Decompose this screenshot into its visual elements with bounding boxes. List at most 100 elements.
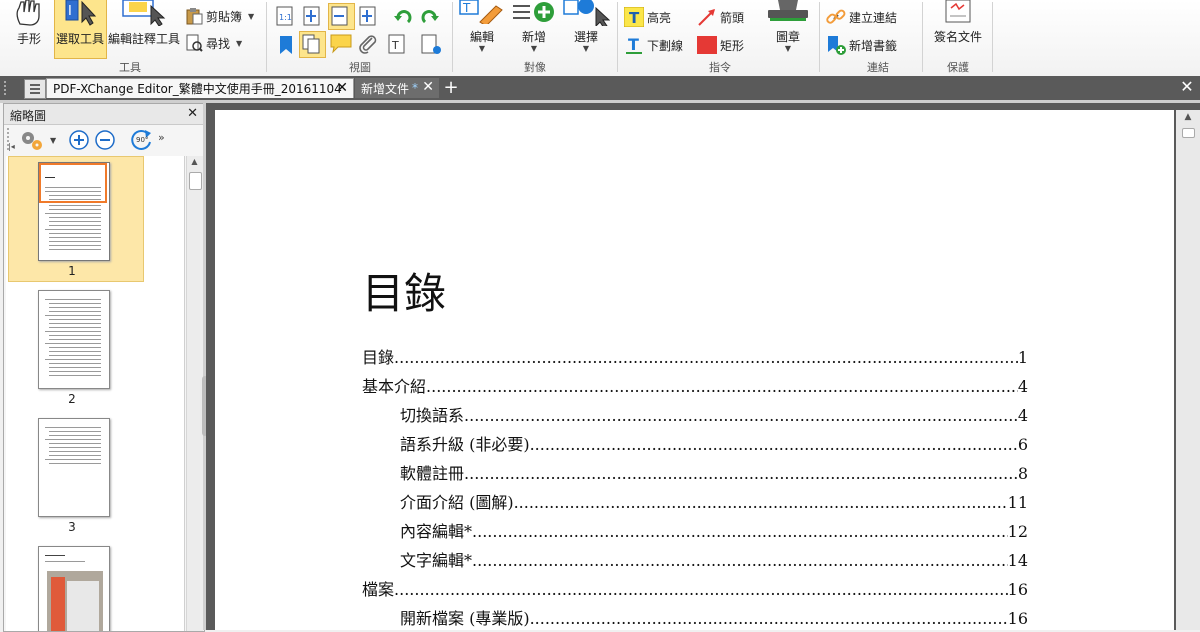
dialog-preview [67,581,99,631]
add-objects-label: 新增 [521,30,546,44]
thumbnail-page-2[interactable] [38,290,110,389]
tab-new-document[interactable]: 新增文件 * ✕ [355,78,439,98]
svg-text:T: T [629,9,640,27]
close-tab-icon[interactable]: ✕ [336,80,348,96]
toc-entry[interactable]: 目錄 1 [362,344,1028,368]
document-scrollbar[interactable]: ▲ [1176,110,1200,630]
document-settings-icon[interactable] [421,34,443,56]
fit-page-icon[interactable] [303,6,321,26]
toc-entry-page: 14 [1007,551,1028,570]
group-separator [266,2,267,72]
grip-handle[interactable] [4,81,16,95]
create-link-button[interactable]: 建立連結 [826,7,897,27]
scroll-thumb[interactable] [189,172,202,190]
rotate-left-icon[interactable] [393,7,413,27]
arrow-button[interactable]: 箭頭 [697,7,744,27]
link-icon [826,9,846,24]
fit-visible-icon[interactable] [359,6,377,26]
actual-size-icon[interactable]: 1:1 [276,6,294,26]
options-dropdown-icon[interactable]: ▼ [50,136,56,145]
underline-label: 下劃線 [647,38,684,53]
first-page-icon[interactable]: |◂ [8,142,15,151]
toc-entry[interactable]: 基本介紹 4 [362,373,1028,397]
toc-entry[interactable]: 介面介紹 (圖解) 11 [400,489,1028,513]
toc-entry-page: 6 [1017,435,1028,454]
underline-button[interactable]: T 下劃線 [624,35,683,55]
add-content-icon [513,2,554,22]
scroll-up-icon[interactable]: ▲ [188,157,201,170]
toc-entry[interactable]: 內容編輯* 12 [400,518,1028,542]
bookmark-icon[interactable] [278,35,294,55]
toc-entry[interactable]: 切換語系 4 [400,402,1028,426]
thumbnail-options-gear-icon[interactable] [18,128,48,152]
stamp-button[interactable]: 圖章 ▼ [762,0,814,58]
select-objects-button[interactable]: 選擇 ▼ [560,0,612,58]
modified-indicator: * [412,81,419,95]
scroll-thumb[interactable] [1182,128,1195,138]
toc-entry-text: 切換語系 [400,406,465,425]
sign-document-icon [945,0,971,23]
thumbnails-scrollbar[interactable]: ▲ [186,156,203,631]
thumbnail-page-3[interactable] [38,418,110,517]
zoom-out-icon[interactable] [94,129,116,151]
toc-entry[interactable]: 檔案 16 [362,576,1028,600]
highlight-button[interactable]: T 高亮 [624,7,671,27]
rectangle-button[interactable]: 矩形 [697,35,744,55]
toc-entry-page: 11 [1007,493,1028,512]
select-tool[interactable]: I 選取工具 [54,0,106,58]
toc-entry[interactable]: 開新檔案 (專業版) 16 [400,605,1028,629]
find-button[interactable]: 尋找 ▼ [185,34,242,52]
stamp-icon [768,0,808,21]
zoom-in-icon[interactable] [68,129,90,151]
clipboard-button[interactable]: 剪貼簿 ▼ [185,7,254,25]
group-label-links: 連結 [867,61,889,74]
find-label: 尋找 [206,36,231,51]
edit-text-pencil-icon: T [459,0,503,24]
attachments-icon[interactable] [358,34,378,54]
arrow-label: 箭頭 [720,10,745,25]
sign-document-label: 簽名文件 [933,30,982,44]
close-pane-icon[interactable]: ✕ [187,106,198,121]
more-options-icon[interactable]: » [158,131,165,144]
document-properties-icon[interactable]: T [388,34,406,54]
thumbnail-image [38,162,110,261]
toc-entry-text: 開新檔案 (專業版) [400,609,530,628]
edit-objects-button[interactable]: T 編輯 ▼ [456,0,508,58]
toc-entry[interactable]: 語系升級 (非必要) 6 [400,431,1028,455]
rotate-right-icon[interactable] [420,7,440,27]
add-objects-button[interactable]: 新增 ▼ [508,0,560,58]
thumbnail-page-4[interactable] [38,546,110,631]
tab-title: PDF-XChange Editor_繁體中文使用手冊_20161104 [53,82,342,96]
comments-icon[interactable] [330,34,352,54]
thumbnails-toolbar: ▼ 90° » [4,125,204,155]
tab-pdf-manual[interactable]: PDF-XChange Editor_繁體中文使用手冊_20161104 ✕ [46,78,354,98]
svg-text:T: T [628,35,639,54]
close-window-icon[interactable]: ✕ [1178,77,1196,97]
sign-document-button[interactable]: 簽名文件 [927,0,989,58]
toc-entry-page: 12 [1007,522,1028,541]
thumbnail-page-number: 2 [68,392,76,406]
group-separator [922,2,923,72]
group-label-objects: 對像 [524,61,546,74]
visible-area-frame[interactable] [39,163,107,203]
toc-entry[interactable]: 軟體註冊 8 [400,460,1028,484]
edit-objects-label: 編輯 [469,30,494,44]
arrow-icon [698,9,715,26]
hand-tool-button[interactable]: 手形 [6,0,52,58]
svg-text:T: T [391,39,399,52]
rotate-angle-label: 90° [136,136,149,144]
fit-width-icon [331,6,348,26]
thumbnail-page-number: 3 [68,520,76,534]
toc-entry-page: 8 [1017,464,1028,483]
edit-annotation-tool-button[interactable]: 編輯註釋工具 [107,0,181,58]
edit-annotation-icon [122,0,166,26]
create-link-label: 建立連結 [849,10,898,25]
new-tab-button[interactable]: + [443,77,459,98]
scroll-up-icon[interactable]: ▲ [1181,112,1195,126]
add-bookmark-button[interactable]: 新增書籤 [826,35,897,55]
toc-entry-page: 16 [1007,609,1028,628]
close-tab-icon[interactable]: ✕ [422,79,434,95]
thumbnail-page-number: 1 [68,264,76,278]
tab-list-button[interactable] [24,79,46,99]
toc-entry[interactable]: 文字編輯* 14 [400,547,1028,571]
